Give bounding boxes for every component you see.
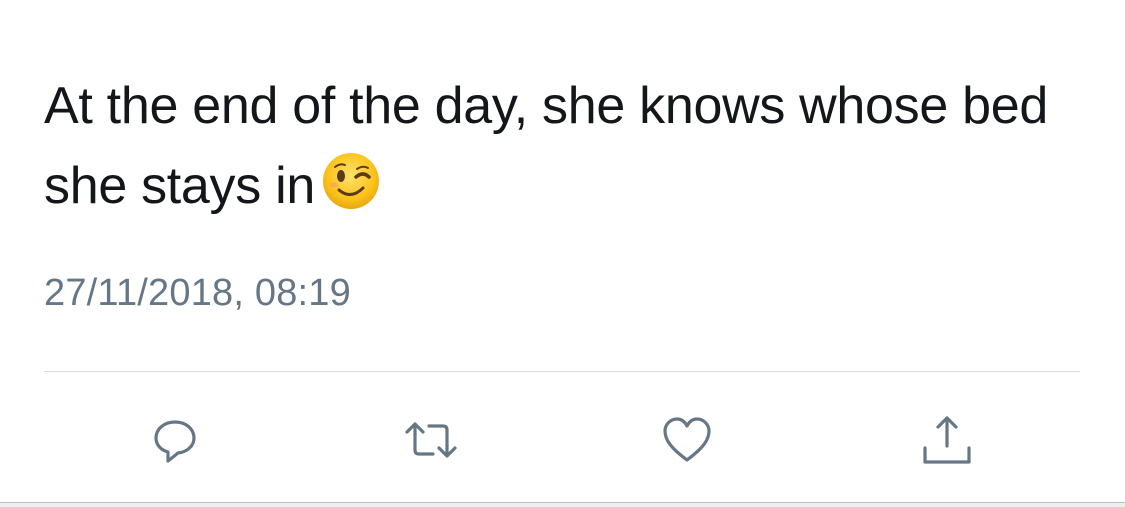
reply-button[interactable]	[145, 410, 205, 470]
tweet-detail: At the end of the day, she knows whose b…	[0, 0, 1125, 507]
tweet-text: At the end of the day, she knows whose b…	[44, 66, 1064, 226]
bottom-edge	[0, 502, 1125, 507]
reply-icon	[149, 414, 201, 466]
like-button[interactable]	[657, 410, 717, 470]
retweet-button[interactable]	[401, 410, 461, 470]
divider	[44, 371, 1080, 372]
heart-icon	[661, 416, 713, 464]
retweet-icon	[401, 414, 461, 466]
tweet-timestamp: 27/11/2018, 08:19	[44, 272, 351, 314]
tweet-body: At the end of the day, she knows whose b…	[44, 77, 1048, 215]
share-icon	[919, 412, 975, 468]
winking-face-emoji	[321, 151, 381, 211]
share-button[interactable]	[917, 410, 977, 470]
